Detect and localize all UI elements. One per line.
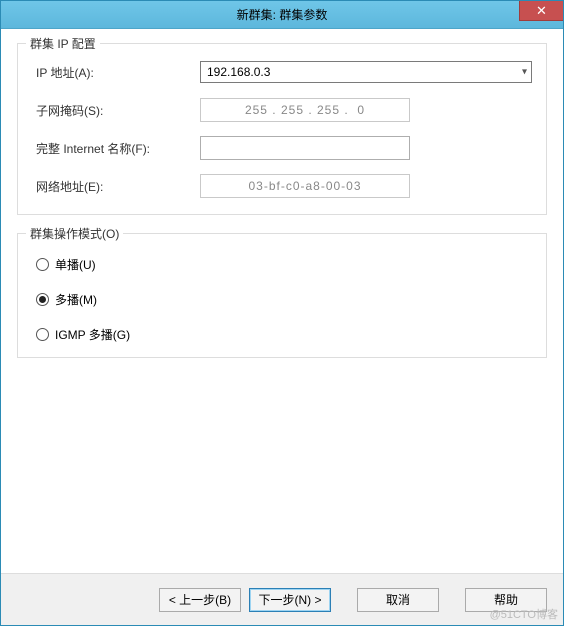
- label-multicast: 多播(M): [55, 291, 97, 308]
- spacer: [17, 376, 547, 573]
- back-button[interactable]: < 上一步(B): [159, 588, 241, 612]
- close-icon: ✕: [536, 3, 547, 19]
- window-title: 新群集: 群集参数: [1, 6, 563, 23]
- mac-address-field: [200, 174, 410, 198]
- label-ip: IP 地址(A):: [32, 64, 200, 81]
- next-button[interactable]: 下一步(N) >: [249, 588, 331, 612]
- dialog-window: 新群集: 群集参数 ✕ 群集 IP 配置 IP 地址(A): 192.168.0…: [0, 0, 564, 626]
- row-ip: IP 地址(A): 192.168.0.3 ▾: [32, 60, 532, 84]
- radio-multicast[interactable]: [36, 293, 49, 306]
- radio-row-igmp[interactable]: IGMP 多播(G): [36, 326, 532, 343]
- label-unicast: 单播(U): [55, 256, 96, 273]
- label-fqdn: 完整 Internet 名称(F):: [32, 140, 200, 157]
- row-mac: 网络地址(E):: [32, 174, 532, 198]
- group-ip-legend: 群集 IP 配置: [26, 35, 100, 52]
- label-mac: 网络地址(E):: [32, 178, 200, 195]
- button-bar: < 上一步(B) 下一步(N) > 取消 帮助: [1, 573, 563, 625]
- ip-address-value: 192.168.0.3: [207, 65, 270, 79]
- group-operation-mode: 群集操作模式(O) 单播(U) 多播(M) IGMP 多播(G): [17, 233, 547, 358]
- group-ip-config: 群集 IP 配置 IP 地址(A): 192.168.0.3 ▾ 子网掩码(S)…: [17, 43, 547, 215]
- radio-row-unicast[interactable]: 单播(U): [36, 256, 532, 273]
- content-area: 群集 IP 配置 IP 地址(A): 192.168.0.3 ▾ 子网掩码(S)…: [1, 29, 563, 573]
- help-button[interactable]: 帮助: [465, 588, 547, 612]
- row-fqdn: 完整 Internet 名称(F):: [32, 136, 532, 160]
- row-subnet: 子网掩码(S):: [32, 98, 532, 122]
- group-ops-legend: 群集操作模式(O): [26, 225, 123, 242]
- label-igmp: IGMP 多播(G): [55, 326, 130, 343]
- fqdn-field[interactable]: [200, 136, 410, 160]
- close-button[interactable]: ✕: [519, 1, 563, 21]
- subnet-mask-field: [200, 98, 410, 122]
- cancel-button[interactable]: 取消: [357, 588, 439, 612]
- radio-row-multicast[interactable]: 多播(M): [36, 291, 532, 308]
- chevron-down-icon: ▾: [522, 67, 527, 78]
- radio-unicast[interactable]: [36, 258, 49, 271]
- label-subnet: 子网掩码(S):: [32, 102, 200, 119]
- ip-address-select[interactable]: 192.168.0.3 ▾: [200, 61, 532, 83]
- titlebar: 新群集: 群集参数 ✕: [1, 1, 563, 29]
- radio-igmp[interactable]: [36, 328, 49, 341]
